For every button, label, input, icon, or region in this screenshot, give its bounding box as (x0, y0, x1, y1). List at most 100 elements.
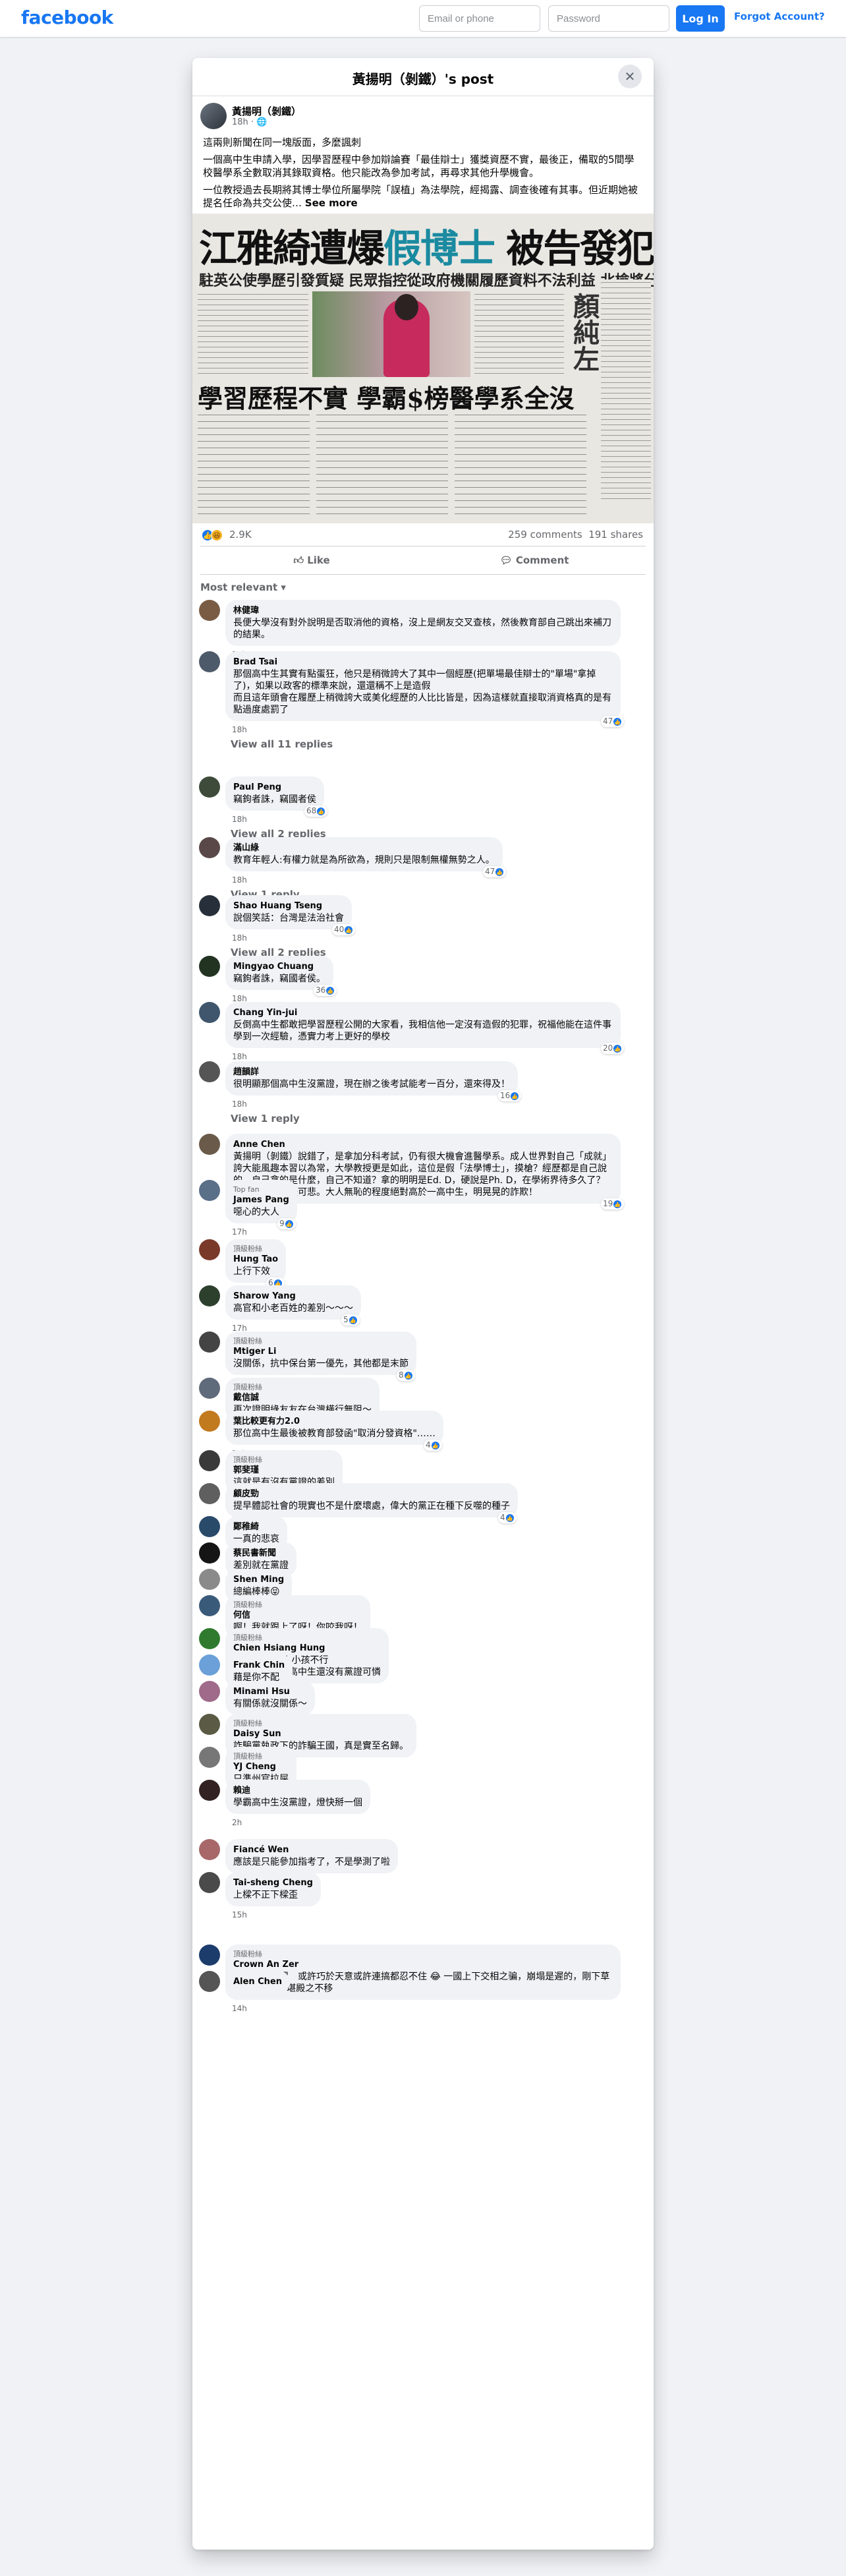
commenter-name[interactable]: 葉比較更有力2.0 (233, 1416, 436, 1428)
commenter-avatar[interactable] (199, 1839, 220, 1860)
comment-reaction-count[interactable]: 4👍 (498, 1512, 517, 1523)
comment-time[interactable]: 18h (232, 725, 247, 734)
commenter-avatar[interactable] (199, 956, 220, 977)
commenter-name[interactable]: 郭斐瑾 (233, 1465, 335, 1477)
comments-count[interactable]: 259 comments (508, 529, 582, 541)
commenter-name[interactable]: Hung Tao (233, 1254, 278, 1266)
commenter-avatar[interactable] (199, 1872, 220, 1893)
commenter-name[interactable]: 鄭稚綺 (233, 1521, 279, 1533)
commenter-name[interactable]: Tai-sheng Cheng (233, 1877, 313, 1889)
author-avatar[interactable] (200, 103, 227, 129)
commenter-avatar[interactable] (199, 1378, 220, 1399)
facebook-logo[interactable]: facebook (21, 7, 113, 28)
commenter-avatar[interactable] (199, 1628, 220, 1649)
comment-reaction-count[interactable]: 9 👍 (277, 1218, 296, 1229)
commenter-avatar[interactable] (199, 1945, 220, 1966)
commenter-name[interactable]: Alen Chen (233, 1976, 282, 1988)
shares-count[interactable]: 191 shares (588, 529, 643, 541)
comment-reaction-count[interactable]: 20 👍 (601, 1043, 625, 1054)
comment-time[interactable]: 18h (232, 1052, 247, 1061)
commenter-avatar[interactable] (199, 1483, 220, 1504)
commenter-avatar[interactable] (199, 1595, 220, 1616)
commenter-name[interactable]: Sharow Yang (233, 1291, 353, 1303)
commenter-avatar[interactable] (199, 1239, 220, 1260)
comment-time[interactable]: 14h (232, 2004, 247, 2013)
comment-time[interactable]: 18h (232, 815, 247, 824)
commenter-name[interactable]: Chang Yin-jui (233, 1007, 613, 1019)
commenter-name[interactable]: 蔡民書新聞 (233, 1548, 289, 1560)
comment-reaction-count[interactable]: 36 👍 (314, 985, 337, 996)
commenter-avatar[interactable] (199, 1285, 220, 1306)
comment-time[interactable]: 18h (232, 875, 247, 885)
comment-time[interactable]: 15h (232, 1910, 247, 1919)
commenter-avatar[interactable] (199, 1654, 220, 1676)
email-input[interactable] (419, 5, 540, 32)
comment-reaction-count[interactable]: 68 👍 (304, 805, 328, 817)
comment-reaction-count[interactable]: 5 👍 (341, 1314, 360, 1326)
commenter-name[interactable]: 趙韻詳 (233, 1067, 510, 1078)
commenter-avatar[interactable] (199, 776, 220, 798)
commenter-avatar[interactable] (199, 1134, 220, 1155)
forgot-account-link[interactable]: Forgot Account? (734, 11, 825, 22)
commenter-name[interactable]: 滿山綠 (233, 842, 495, 854)
comment-reaction-count[interactable]: 8 👍 (397, 1370, 415, 1381)
commenter-name[interactable]: Anne Chen (233, 1139, 613, 1151)
commenter-avatar[interactable] (199, 1411, 220, 1432)
post-time[interactable]: 18h · (232, 117, 256, 127)
commenter-name[interactable]: Paul Peng (233, 782, 316, 794)
commenter-avatar[interactable] (199, 895, 220, 916)
comment-time[interactable]: 18h (232, 933, 247, 943)
commenter-name[interactable]: Mingyao Chuang (233, 961, 325, 973)
commenter-avatar[interactable] (199, 1332, 220, 1353)
commenter-avatar[interactable] (199, 1681, 220, 1702)
reaction-count[interactable]: 2.9K (229, 529, 252, 541)
commenter-name[interactable]: Minami Hsu (233, 1686, 307, 1698)
commenter-name[interactable]: Daisy Sun (233, 1728, 409, 1740)
comment-reaction-count[interactable]: 4👍 (424, 1440, 442, 1451)
commenter-avatar[interactable] (199, 1780, 220, 1801)
commenter-name[interactable]: Shao Huang Tseng (233, 900, 344, 912)
commenter-avatar[interactable] (199, 837, 220, 858)
see-more-link[interactable]: See more (305, 197, 358, 209)
commenter-avatar[interactable] (199, 1180, 220, 1201)
comment-reaction-count[interactable]: 19 👍 (601, 1198, 625, 1210)
commenter-name[interactable]: 何信 (233, 1610, 362, 1622)
password-input[interactable] (548, 5, 669, 32)
comment-time[interactable]: 17h (232, 1227, 247, 1237)
comment-reaction-count[interactable]: 16 👍 (498, 1090, 522, 1101)
commenter-name[interactable]: Frank Chin (233, 1660, 285, 1672)
commenter-avatar[interactable] (199, 1569, 220, 1590)
commenter-avatar[interactable] (199, 1516, 220, 1537)
author-name[interactable]: 黃揚明（剝鐵） (232, 104, 301, 118)
comment-reaction-count[interactable]: 40 👍 (332, 924, 356, 935)
commenter-name[interactable]: 林健瑋 (233, 605, 613, 617)
commenter-name[interactable]: Chien Hsiang Hung (233, 1643, 381, 1654)
comment-reaction-count[interactable]: 47 👍 (601, 716, 625, 727)
commenter-avatar[interactable] (199, 1450, 220, 1471)
commenter-name[interactable]: Brad Tsai (233, 657, 613, 668)
commenter-name[interactable]: Mtiger Li (233, 1346, 409, 1358)
commenter-name[interactable]: YJ Cheng (233, 1761, 289, 1773)
commenter-avatar[interactable] (199, 1714, 220, 1735)
view-replies-link[interactable]: View all 11 replies (231, 738, 333, 750)
commenter-name[interactable]: 戴信誠 (233, 1392, 372, 1404)
commenter-avatar[interactable] (199, 1061, 220, 1082)
comment-time[interactable]: 18h (232, 1099, 247, 1109)
like-button[interactable]: 👍︎ Like (200, 546, 423, 574)
comment-button[interactable]: 💬︎ Comment (423, 546, 646, 574)
comment-sort-dropdown[interactable]: Most relevant ▾ (192, 575, 654, 600)
commenter-avatar[interactable] (199, 1747, 220, 1768)
commenter-name[interactable]: Shen Ming (233, 1574, 284, 1586)
commenter-name[interactable]: 顧皮勁 (233, 1488, 510, 1500)
commenter-avatar[interactable] (199, 1542, 220, 1564)
news-clipping-image[interactable]: 江雅綺遭爆假博士 被告發犯罪 駐英公使學歷引發質疑 民眾指控從政府機關履歷資料不… (192, 214, 654, 523)
view-replies-link[interactable]: View 1 reply (231, 1113, 300, 1125)
commenter-name[interactable]: Crown An Zer (233, 1959, 613, 1971)
close-icon[interactable]: ✕ (618, 65, 642, 88)
reaction-icons[interactable]: 👍😆 (202, 529, 223, 541)
commenter-avatar[interactable] (199, 600, 220, 621)
commenter-avatar[interactable] (199, 1002, 220, 1023)
comment-reaction-count[interactable]: 47 👍 (483, 866, 507, 877)
commenter-avatar[interactable] (199, 1971, 220, 1992)
commenter-name[interactable]: 賴迪 (233, 1785, 362, 1797)
